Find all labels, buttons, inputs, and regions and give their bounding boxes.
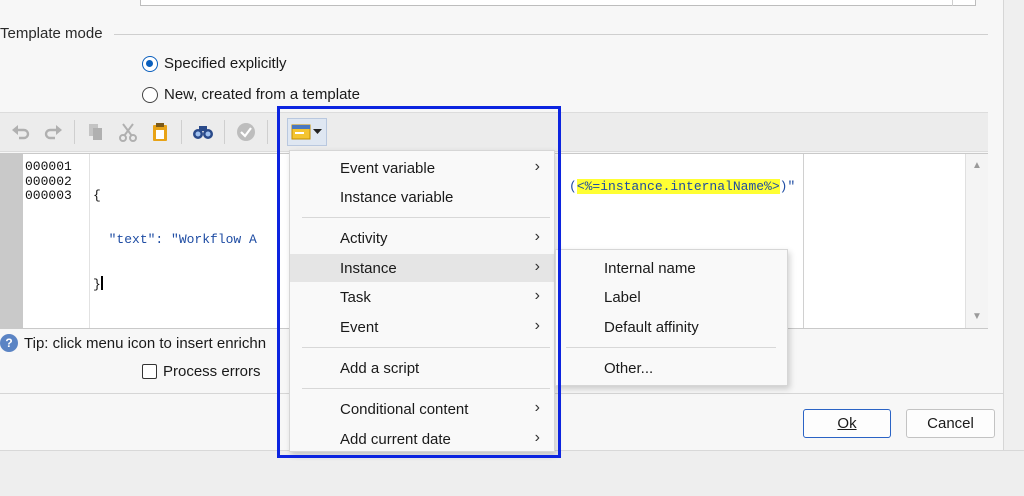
menu-item-label: Event xyxy=(340,318,379,336)
scroll-down-icon[interactable]: ▼ xyxy=(972,311,982,322)
cancel-label: Cancel xyxy=(927,415,974,432)
submenu-item-label: Internal name xyxy=(604,259,696,277)
chevron-right-icon: › xyxy=(534,317,540,334)
menu-item-instance[interactable]: Instance › xyxy=(290,254,554,282)
menu-item-label: Activity xyxy=(340,229,388,247)
chevron-right-icon: › xyxy=(534,258,540,275)
redo-icon[interactable] xyxy=(40,119,66,145)
cut-icon[interactable] xyxy=(115,119,141,145)
submenu-item-other[interactable]: Other... xyxy=(556,354,787,382)
scroll-up-icon[interactable]: ▲ xyxy=(972,160,982,171)
editor-toolbar xyxy=(0,112,988,152)
code-line-2-tail: (<%=instance.internalName%>)" xyxy=(569,179,796,195)
submenu-item-internal-name[interactable]: Internal name xyxy=(556,254,787,282)
menu-item-activity[interactable]: Activity › xyxy=(290,224,554,252)
cancel-button[interactable]: Cancel xyxy=(906,409,995,438)
copy-icon[interactable] xyxy=(83,119,109,145)
submenu-item-label: Label xyxy=(604,288,641,306)
vertical-scrollbar[interactable]: ▲ ▼ xyxy=(965,154,988,328)
toolbar-separator xyxy=(181,120,182,144)
find-icon[interactable] xyxy=(190,119,216,145)
menu-item-instance-variable[interactable]: Instance variable xyxy=(290,183,554,211)
menu-item-label: Add current date xyxy=(340,430,451,448)
ok-label: Ok xyxy=(837,415,857,432)
insert-template-button[interactable] xyxy=(287,118,327,146)
menu-separator xyxy=(302,217,550,218)
top-field[interactable] xyxy=(140,0,976,6)
code-paren: ( xyxy=(569,179,577,194)
menu-item-conditional-content[interactable]: Conditional content › xyxy=(290,395,554,423)
insert-menu: Event variable › Instance variable Activi… xyxy=(289,150,555,452)
highlighted-expression: <%=instance.internalName%> xyxy=(576,179,780,194)
menu-item-label: Add a script xyxy=(340,359,420,377)
submenu-item-label: Other... xyxy=(604,359,654,377)
text-caret xyxy=(100,276,103,290)
line-number: 000002 xyxy=(25,173,72,189)
chevron-right-icon: › xyxy=(534,287,540,304)
code-line-2: "text": "Workflow A xyxy=(93,231,257,248)
chevron-right-icon: › xyxy=(534,228,540,245)
radio-label: Specified explicitly xyxy=(164,55,287,72)
undo-icon[interactable] xyxy=(8,119,34,145)
radio-button[interactable] xyxy=(142,86,158,103)
radio-specified-explicitly[interactable]: Specified explicitly xyxy=(142,55,287,72)
menu-item-label: Event variable xyxy=(340,159,436,177)
ok-button[interactable]: Ok xyxy=(803,409,891,438)
dropdown-arrow-icon xyxy=(313,129,322,134)
code-brace: } xyxy=(93,277,101,292)
chevron-right-icon: › xyxy=(534,158,540,175)
code-text[interactable]: { "text": "Workflow A } xyxy=(93,160,257,322)
toolbar-separator xyxy=(224,120,225,144)
instance-submenu: Internal name Label Default affinity Oth… xyxy=(555,249,788,386)
submenu-item-label: Default affinity xyxy=(604,318,699,336)
submenu-item-default-affinity[interactable]: Default affinity xyxy=(556,313,787,341)
menu-separator xyxy=(302,388,550,389)
section-divider xyxy=(114,34,988,35)
radio-button-checked[interactable] xyxy=(142,55,158,72)
gutter-divider xyxy=(89,154,90,328)
submenu-separator xyxy=(566,347,776,348)
menu-item-label: Instance xyxy=(340,259,397,277)
editor-column-divider xyxy=(803,154,804,328)
paste-icon[interactable] xyxy=(147,119,173,145)
line-number: 000003 xyxy=(25,188,72,203)
chevron-right-icon: › xyxy=(534,399,540,416)
chevron-right-icon: › xyxy=(534,429,540,446)
code-string: "text": "Workflow A xyxy=(108,231,257,247)
code-line-3: } xyxy=(93,276,257,293)
menu-item-label: Instance variable xyxy=(340,188,454,206)
validate-icon[interactable] xyxy=(233,119,259,145)
help-icon: ? xyxy=(0,334,18,352)
toolbar-separator xyxy=(267,120,268,144)
checkbox-label: Process errors xyxy=(163,363,261,380)
menu-separator xyxy=(302,347,550,348)
window-edge xyxy=(1004,0,1024,496)
process-errors-checkbox[interactable] xyxy=(142,364,157,379)
menu-item-label: Task xyxy=(340,288,371,306)
tip-text: Tip: click menu icon to insert enrichn xyxy=(24,334,267,352)
menu-item-event[interactable]: Event › xyxy=(290,313,554,341)
code-closing: )" xyxy=(779,179,796,194)
menu-item-event-variable[interactable]: Event variable › xyxy=(290,154,554,182)
radio-new-from-template[interactable]: New, created from a template xyxy=(142,86,360,103)
menu-item-add-script[interactable]: Add a script xyxy=(290,354,554,382)
editor-gutter xyxy=(1,154,23,328)
menu-item-add-current-date[interactable]: Add current date › xyxy=(290,425,554,453)
code-line-1: { xyxy=(93,188,101,203)
line-number: 000001 xyxy=(25,159,72,174)
line-numbers: 000001 000002 000003 xyxy=(25,159,72,204)
insert-template-icon xyxy=(291,124,311,140)
process-errors-option[interactable]: Process errors xyxy=(142,363,261,380)
menu-item-task[interactable]: Task › xyxy=(290,283,554,311)
tip-line: ? Tip: click menu icon to insert enrichn xyxy=(0,334,266,352)
top-field-button[interactable] xyxy=(952,0,976,6)
window-bottom xyxy=(0,450,1024,496)
section-title: Template mode xyxy=(0,25,103,42)
menu-item-label: Conditional content xyxy=(340,400,469,418)
submenu-item-label[interactable]: Label xyxy=(556,283,787,311)
radio-label: New, created from a template xyxy=(164,86,360,103)
toolbar-separator xyxy=(74,120,75,144)
